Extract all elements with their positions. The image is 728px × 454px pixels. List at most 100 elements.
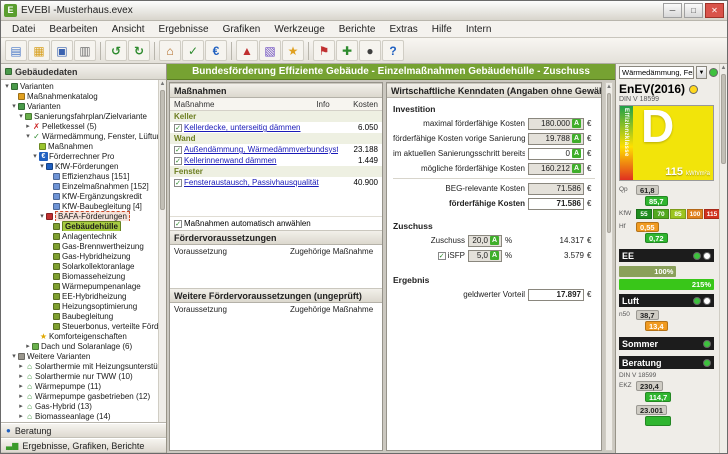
tree-label[interactable]: Gas-Hybridheizung	[62, 252, 130, 261]
expander-icon[interactable]: ▾	[24, 132, 32, 140]
tree-node-kfw-foerderungen[interactable]: ▾KfW-Förderungen	[1, 161, 158, 171]
tree-node-solarthermie-tww[interactable]: ▸⌂Solarthermie nur TWW (10)	[1, 371, 158, 381]
close-button[interactable]: ✕	[705, 3, 724, 18]
menu-intern[interactable]: Intern	[459, 23, 499, 36]
tree-node-massnahmenkatalog[interactable]: Maßnahmenkatalog	[1, 91, 158, 101]
measure-link[interactable]: Kellerdecke, unterseitig dämmen	[184, 123, 338, 132]
tree-label[interactable]: Varianten	[20, 82, 54, 91]
tree-label[interactable]: Gebäudehülle	[62, 221, 121, 231]
measure-checkbox[interactable]: ✓	[174, 124, 182, 132]
tree-node-massnahmen[interactable]: Maßnahmen	[1, 141, 158, 151]
help-icon[interactable]: ?	[382, 40, 404, 61]
tree-node-solarkollektoranlage[interactable]: Solarkollektoranlage	[1, 261, 158, 271]
tree-label[interactable]: Förderrechner Pro	[49, 152, 114, 161]
open-folder-icon[interactable]: ▦	[28, 40, 50, 61]
tree-node-effizienzhaus[interactable]: Effizienzhaus [151]	[1, 171, 158, 181]
tree-label[interactable]: Wärmedämmung, Fenster, Lüftung	[42, 132, 158, 141]
menu-grafiken[interactable]: Grafiken	[216, 23, 268, 36]
tree-node-gas-brennwertheizung[interactable]: Gas-Brennwertheizung	[1, 241, 158, 251]
tree-node-dach-und-solaranlage[interactable]: ▸Dach und Solaranlage (6)	[1, 341, 158, 351]
tree-node-gas-hybridheizung[interactable]: Gas-Hybridheizung	[1, 251, 158, 261]
tree-label[interactable]: Effizienzhaus [151]	[62, 172, 129, 181]
tree-node-sanierungsfahrplan[interactable]: ▾Sanierungsfahrplan/Zielvariante	[1, 111, 158, 121]
tree-label[interactable]: KfW-Förderungen	[55, 162, 118, 171]
tree-label[interactable]: Maßnahmenkatalog	[27, 92, 98, 101]
expander-icon[interactable]: ▾	[10, 102, 18, 110]
tree-node-anlagentechnik[interactable]: Anlagentechnik	[1, 231, 158, 241]
measure-link[interactable]: Fensteraustausch, Passivhausqualität	[184, 178, 338, 187]
tree-node-steuerbonus[interactable]: Steuerbonus, verteilte Förderung	[1, 321, 158, 331]
report-icon[interactable]: ▧	[259, 40, 281, 61]
auto-badge[interactable]: A	[490, 236, 499, 245]
tree-node-einzelmassnahmen[interactable]: Einzelmaßnahmen [152]	[1, 181, 158, 191]
tree-label[interactable]: Baubegleitung	[62, 312, 113, 321]
tree-label[interactable]: Gas-Brennwertheizung	[62, 242, 144, 251]
tree-label[interactable]: Wärmepumpe (11)	[35, 382, 101, 391]
auto-select-checkbox[interactable]: ✓	[174, 220, 182, 228]
minimize-button[interactable]: ─	[663, 3, 682, 18]
expander-icon[interactable]: ▾	[38, 212, 46, 220]
tree-node-foerderrechner-pro[interactable]: ▾€Förderrechner Pro	[1, 151, 158, 161]
tree-label[interactable]: Komforteigenschaften	[49, 332, 127, 341]
menu-datei[interactable]: Datei	[5, 23, 42, 36]
scrollbar-thumb[interactable]	[160, 90, 165, 210]
tree-node-biomasseanlage[interactable]: ▸⌂Biomasseanlage (14)	[1, 411, 158, 421]
menu-extras[interactable]: Extras	[382, 23, 424, 36]
tree-label[interactable]: KfW-Ergänzungskredit	[62, 192, 142, 201]
undo-icon[interactable]: ↺	[105, 40, 127, 61]
kenndaten-input[interactable]: 71.586	[528, 183, 584, 195]
tree-label[interactable]: Wärmepumpe gasbetrieben (12)	[35, 392, 150, 401]
isfp-percent-input[interactable]: 5,0A	[468, 250, 502, 262]
tree-label[interactable]: Gas-Hybrid (13)	[35, 402, 92, 411]
measure-checkbox[interactable]: ✓	[174, 179, 182, 187]
scrollbar-thumb[interactable]	[721, 74, 726, 164]
add-icon[interactable]: ✚	[336, 40, 358, 61]
results-scrollbar[interactable]: ▲	[719, 64, 727, 453]
tree-node-baubegleitung[interactable]: Baubegleitung	[1, 311, 158, 321]
zuschuss-percent-input[interactable]: 20,0A	[468, 235, 502, 247]
auto-badge[interactable]: A	[572, 149, 581, 158]
kenndaten-input[interactable]: 0A	[528, 148, 584, 160]
tree-label[interactable]: Wärmepumpenanlage	[62, 282, 141, 291]
chart-icon[interactable]: ▲	[236, 40, 258, 61]
tree-scrollbar[interactable]: ▲	[158, 80, 166, 422]
expander-icon[interactable]: ▸	[24, 122, 32, 130]
tree-node-heizungsoptimierung[interactable]: Heizungsoptimierung	[1, 301, 158, 311]
scroll-up-icon[interactable]: ▲	[606, 83, 612, 91]
scroll-up-icon[interactable]: ▲	[159, 80, 166, 88]
chevron-down-icon[interactable]: ▼	[696, 66, 707, 79]
tree-label[interactable]: Steuerbonus, verteilte Förderung	[62, 322, 158, 331]
menu-ansicht[interactable]: Ansicht	[105, 23, 152, 36]
tree-node-bafa-foerderungen[interactable]: ▾BAFA-Förderungen	[1, 211, 158, 221]
tree-label[interactable]: Sanierungsfahrplan/Zielvariante	[34, 112, 147, 121]
tree-label[interactable]: Dach und Solaranlage (6)	[41, 342, 132, 351]
tree-label[interactable]: Pelletkessel (5)	[42, 122, 97, 131]
tree-label[interactable]: Einzelmaßnahmen [152]	[62, 182, 149, 191]
beratung-panel-bar[interactable]: ● Beratung	[1, 423, 166, 438]
tree-label[interactable]: Solarthermie nur TWW (10)	[35, 372, 133, 381]
expander-icon[interactable]: ▸	[17, 402, 25, 410]
tree-label[interactable]: Varianten	[27, 102, 61, 111]
scrollbar-thumb[interactable]	[607, 93, 611, 233]
tree-node-waermedaemmung-fenster-lueftung[interactable]: ▾✓Wärmedämmung, Fenster, Lüftung	[1, 131, 158, 141]
expander-icon[interactable]: ▸	[17, 382, 25, 390]
auto-badge[interactable]: A	[572, 164, 581, 173]
kenndaten-input[interactable]: 180.000A	[528, 118, 584, 130]
tree-label[interactable]: Heizungsoptimierung	[62, 302, 137, 311]
expander-icon[interactable]: ▾	[10, 352, 18, 360]
auto-badge[interactable]: A	[572, 119, 581, 128]
tree-node-waermepumpenanlage[interactable]: Wärmepumpenanlage	[1, 281, 158, 291]
tree-node-varianten-root[interactable]: ▾ Varianten	[1, 81, 158, 91]
print-icon[interactable]: ▥	[74, 40, 96, 61]
tree-node-varianten[interactable]: ▾ Varianten	[1, 101, 158, 111]
expander-icon[interactable]: ▸	[17, 362, 25, 370]
variant-select[interactable]: Wärmedämmung, Fenste	[619, 66, 694, 79]
tree-node-pelletkessel[interactable]: ▸✗Pelletkessel (5)	[1, 121, 158, 131]
measures-icon[interactable]: ✓	[182, 40, 204, 61]
tree-node-kfw-ergaenzungskredit[interactable]: KfW-Ergänzungskredit	[1, 191, 158, 201]
new-file-icon[interactable]: ▤	[5, 40, 27, 61]
expander-icon[interactable]: ▾	[3, 82, 11, 90]
measure-checkbox[interactable]: ✓	[174, 146, 182, 154]
tree-label[interactable]: Biomasseanlage (14)	[35, 412, 111, 421]
menu-hilfe[interactable]: Hilfe	[425, 23, 459, 36]
